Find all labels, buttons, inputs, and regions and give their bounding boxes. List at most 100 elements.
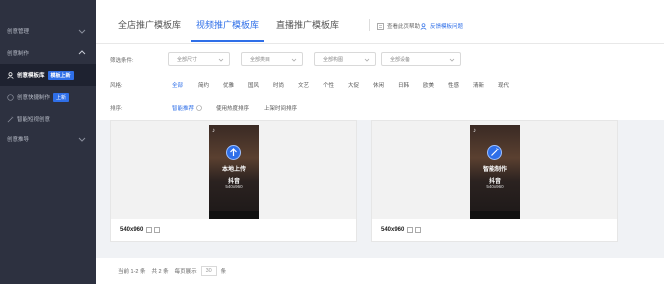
sort-by-listing-time[interactable]: 上架时间排序 xyxy=(264,104,297,112)
template-card[interactable]: ♪ 本地上传 抖音 540x960 540x960 xyxy=(110,120,357,242)
style-option[interactable]: 优雅 xyxy=(223,81,234,89)
sort-label: 排序: xyxy=(110,106,123,112)
card-size-label: 540x960 xyxy=(381,227,405,233)
sidebar-item-label: 创意模板库 xyxy=(17,73,45,79)
sidebar-item-label: 创意管理 xyxy=(7,29,30,35)
composition-select[interactable]: 全部构图 xyxy=(314,52,376,66)
feedback-link-label: 反馈模板问题 xyxy=(430,24,464,30)
user-icon xyxy=(7,71,14,79)
composition-select-value: 全部构图 xyxy=(323,57,344,63)
sort-by-popularity[interactable]: 使用热度排序 xyxy=(216,104,249,112)
chevron-down-icon xyxy=(78,29,86,34)
chevron-down-icon xyxy=(291,58,297,62)
device-select-value: 全部设备 xyxy=(390,57,411,63)
sort-option-label: 智能推荐 xyxy=(172,106,195,112)
sidebar-item-label: 创意快捷制作 xyxy=(17,95,51,101)
sidebar-item-label: 智能短视创意 xyxy=(17,117,51,123)
template-preview[interactable]: ♪ 本地上传 抖音 540x960 xyxy=(111,121,356,219)
feedback-link[interactable]: 反馈模板问题 xyxy=(420,22,463,30)
card-title: 智能制作 xyxy=(482,167,507,173)
tiktok-logo-icon: ♪ xyxy=(473,128,476,134)
template-preview[interactable]: ♪ 智能制作 抖音 540x960 xyxy=(372,121,617,219)
card-size-label: 540x960 xyxy=(120,227,144,233)
style-option[interactable]: 性感 xyxy=(448,81,459,89)
phone-mockup: ♪ 智能制作 抖音 540x960 xyxy=(470,125,520,219)
style-option[interactable]: 日韩 xyxy=(398,81,409,89)
video-bar xyxy=(209,211,259,219)
phone-mockup: ♪ 本地上传 抖音 540x960 xyxy=(209,125,259,219)
sidebar-item-template-library[interactable]: 创意模板库 模板上新 xyxy=(0,64,96,86)
chevron-down-icon xyxy=(78,137,86,142)
document-icon xyxy=(377,22,384,30)
lightning-icon xyxy=(7,93,14,101)
upload-arrow-icon xyxy=(226,145,241,160)
size-select[interactable]: 全部尺寸 xyxy=(168,52,230,66)
pager-unit: 条 xyxy=(220,269,227,275)
style-option[interactable]: 欧美 xyxy=(423,81,434,89)
style-option[interactable]: 休闲 xyxy=(373,81,384,89)
sort-option-label: 上架时间排序 xyxy=(264,106,298,112)
help-link-label: 查看此页帮助 xyxy=(387,24,421,30)
tab-video-promo[interactable]: 视频推广模板库 xyxy=(196,18,259,31)
per-page-input[interactable]: 30 xyxy=(200,266,217,276)
chevron-down-icon xyxy=(218,58,224,62)
style-label: 风格: xyxy=(110,83,123,89)
user-feedback-icon xyxy=(420,22,427,30)
magic-wand-icon xyxy=(487,145,502,160)
main-content: 全店推广模板库 视频推广模板库 直播推广模板库 查看此页帮助 反馈模板问题 筛选… xyxy=(96,0,664,284)
sidebar-item-smart-video[interactable]: 智能短视创意 xyxy=(0,108,96,130)
tab-bar: 全店推广模板库 视频推广模板库 直播推广模板库 查看此页帮助 反馈模板问题 xyxy=(96,0,664,44)
preview-icon[interactable] xyxy=(415,227,422,233)
sort-option-label: 使用热度排序 xyxy=(216,106,250,112)
tab-store-promo[interactable]: 全店推广模板库 xyxy=(118,18,181,31)
card-title: 本地上传 xyxy=(221,167,246,173)
chevron-down-icon xyxy=(364,58,370,62)
style-option[interactable]: 全部 xyxy=(172,81,183,89)
style-option[interactable]: 清新 xyxy=(473,81,484,89)
style-option[interactable]: 个性 xyxy=(323,81,334,89)
sidebar: 创意管理 创意制作 创意模板库 模板上新 创意快捷制作 上新 智能短视创意 创意… xyxy=(0,0,96,284)
category-select[interactable]: 全部类目 xyxy=(241,52,303,66)
new-badge: 上新 xyxy=(53,92,70,102)
style-option[interactable]: 简约 xyxy=(198,81,209,89)
sidebar-item-label: 创意制作 xyxy=(7,51,30,57)
info-icon xyxy=(196,105,202,111)
device-select[interactable]: 全部设备 xyxy=(381,52,461,66)
size-select-value: 全部尺寸 xyxy=(177,57,198,63)
chevron-up-icon xyxy=(78,50,86,55)
pager-current: 当前 1-2 条 xyxy=(118,269,146,275)
style-option[interactable]: 国风 xyxy=(248,81,259,89)
new-badge: 模板上新 xyxy=(47,70,74,80)
copy-icon[interactable] xyxy=(146,227,153,233)
tab-live-promo[interactable]: 直播推广模板库 xyxy=(276,18,339,31)
category-select-value: 全部类目 xyxy=(250,57,271,63)
pager-per-page-label: 每页展示 xyxy=(174,269,197,275)
card-size-overlay: 540x960 xyxy=(225,184,243,189)
pager-total: 共 2 条 xyxy=(151,269,169,275)
sidebar-item-creative-guide[interactable]: 创意推导 xyxy=(0,128,96,150)
sidebar-item-quick-create[interactable]: 创意快捷制作 上新 xyxy=(0,86,96,108)
card-footer: 540x960 xyxy=(111,219,356,241)
divider xyxy=(369,19,370,31)
active-tab-indicator xyxy=(191,40,264,42)
filter-label: 筛选条件: xyxy=(110,58,134,64)
copy-icon[interactable] xyxy=(407,227,414,233)
sidebar-item-creative-making[interactable]: 创意制作 xyxy=(0,42,96,64)
magic-wand-icon xyxy=(7,116,14,122)
pagination: 当前 1-2 条 共 2 条 每页展示 30 条 xyxy=(96,258,664,284)
style-option[interactable]: 大促 xyxy=(348,81,359,89)
card-footer: 540x960 xyxy=(372,219,617,241)
help-link[interactable]: 查看此页帮助 xyxy=(377,22,420,30)
card-size-overlay: 540x960 xyxy=(486,184,504,189)
template-card[interactable]: ♪ 智能制作 抖音 540x960 540x960 xyxy=(371,120,618,242)
video-bar xyxy=(470,211,520,219)
sort-smart-recommend[interactable]: 智能推荐 xyxy=(172,104,202,112)
tiktok-logo-icon: ♪ xyxy=(212,128,215,134)
style-option[interactable]: 时尚 xyxy=(273,81,284,89)
sidebar-item-creative-management[interactable]: 创意管理 xyxy=(0,20,96,42)
style-option[interactable]: 文艺 xyxy=(298,81,309,89)
style-option[interactable]: 现代 xyxy=(498,81,509,89)
chevron-down-icon xyxy=(449,58,455,62)
preview-icon[interactable] xyxy=(154,227,161,233)
sidebar-item-label: 创意推导 xyxy=(7,137,30,143)
